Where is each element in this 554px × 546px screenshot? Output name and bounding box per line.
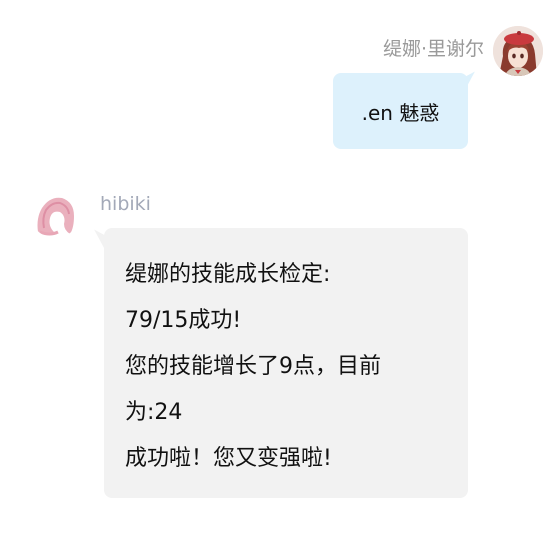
sender-name: 缇娜·里谢尔 <box>382 38 484 60</box>
message-text: .en 魅惑 <box>361 100 440 125</box>
message-line: 成功啦！您又变强啦! <box>125 446 332 471</box>
sender-name: hibiki <box>100 193 151 215</box>
message-line: 79/15成功! <box>125 308 242 333</box>
message-line: 为:24 <box>125 400 183 425</box>
message-line: 您的技能增长了9点，目前 <box>125 354 381 379</box>
message-line: 缇娜的技能成长检定: <box>125 262 331 287</box>
bot-avatar-icon[interactable] <box>30 188 80 238</box>
incoming-message-bubble[interactable]: 缇娜的技能成长检定: 79/15成功! 您的技能增长了9点，目前 为:24 成功… <box>104 228 468 498</box>
user-avatar-icon[interactable] <box>493 26 543 76</box>
outgoing-message-bubble[interactable]: .en 魅惑 <box>333 73 468 149</box>
outgoing-message: 缇娜·里谢尔 .en 魅惑 <box>0 0 554 170</box>
